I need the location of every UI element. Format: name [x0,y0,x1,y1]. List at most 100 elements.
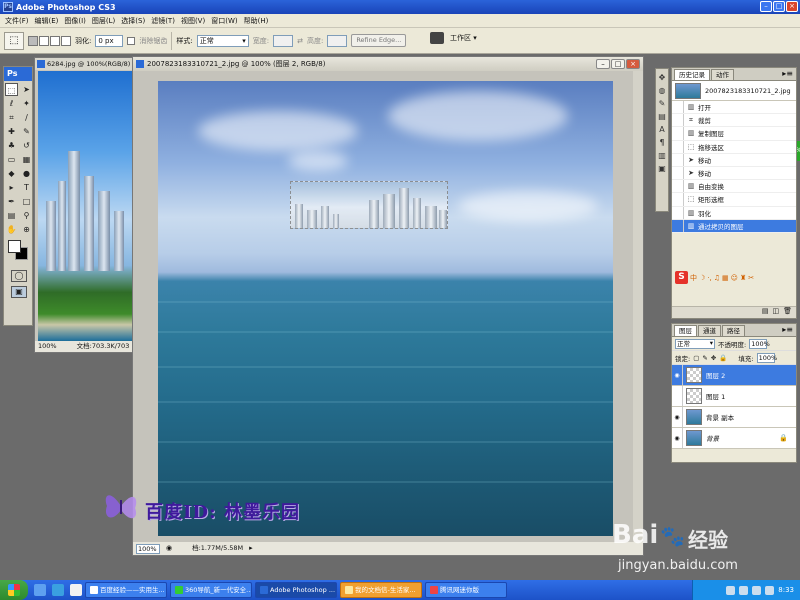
start-button[interactable] [0,580,28,600]
brushes-icon[interactable]: ✎ [659,99,666,108]
history-step[interactable]: ▥ 复制图层 [672,127,796,141]
document-canvas[interactable] [158,81,613,536]
magic-wand-tool-icon[interactable]: ✦ [20,97,33,110]
marquee-preset-icon[interactable]: ⬚ [4,31,24,50]
history-step[interactable]: ▥ 自由变换 [672,180,796,194]
zoom-level[interactable]: 100% [136,543,160,554]
tray-icon[interactable] [739,585,749,595]
lock-position-icon[interactable]: ✥ [711,354,716,362]
dodge-tool-icon[interactable]: ● [20,167,33,180]
document-title[interactable]: 2007823183310721_2.jpg @ 100% (图层 2, RGB… [133,57,643,71]
trash-icon[interactable]: 🗑 [783,307,792,318]
doc-close-button[interactable]: × [626,59,640,69]
menu-filter[interactable]: 滤镜(T) [148,16,178,26]
clone-source-icon[interactable]: ▣ [658,164,666,173]
lock-transparent-icon[interactable]: ▢ [693,354,699,362]
screen-mode-icon[interactable]: ▣ [11,286,27,298]
slice-tool-icon[interactable]: ∕ [20,111,33,124]
paragraph-icon[interactable]: ¶ [659,138,664,147]
shape-tool-icon[interactable]: □ [20,195,33,208]
visibility-eye-icon[interactable]: ◉ [672,365,683,385]
tab-actions[interactable]: 动作 [711,69,734,80]
document-window-6284[interactable]: 6284.jpg @ 100%(RGB/8) 100% 文档:703.3K/70… [34,57,134,353]
tab-paths[interactable]: 路径 [722,325,745,336]
history-brush-tool-icon[interactable]: ↺ [20,139,33,152]
history-step[interactable]: ▥ 羽化 [672,206,796,220]
history-step[interactable]: ⌗ 裁剪 [672,114,796,128]
history-step[interactable]: ⬚ 矩形选框 [672,193,796,207]
ime-moon-icon[interactable]: ☽ [699,274,705,282]
blur-tool-icon[interactable]: ◆ [5,167,18,180]
doc-maximize-button[interactable]: □ [611,59,625,69]
lock-all-icon[interactable]: 🔒 [719,354,727,362]
status-menu-icon[interactable]: ◉ [166,542,172,555]
tray-icon[interactable] [765,585,775,595]
eraser-tool-icon[interactable]: ▭ [5,153,18,166]
blend-mode-select[interactable]: 正常 [675,338,715,349]
new-snapshot-icon[interactable]: ◫ [772,307,779,318]
menu-image[interactable]: 图像(I) [61,16,89,26]
tab-history[interactable]: 历史记录 [674,69,710,80]
color-swatches[interactable] [6,240,32,266]
opacity-input[interactable]: 100% [749,338,770,349]
new-document-icon[interactable]: ▤ [762,307,769,318]
layer-row[interactable]: ◉ 背景 🔒 [672,428,796,449]
ime-chinese-icon[interactable]: 中 [690,273,697,283]
history-snapshot[interactable]: 2007823183310721_2.jpg [672,81,796,101]
type-tool-icon[interactable]: T [20,181,33,194]
gradient-tool-icon[interactable]: ▦ [20,153,33,166]
taskbar-item-360[interactable]: 360导航_新一代安全... [170,582,252,598]
menu-select[interactable]: 选择(S) [118,16,148,26]
quicklaunch-desktop-icon[interactable] [70,584,82,596]
history-step[interactable]: ▥ 打开 [672,101,796,115]
panel-menu-icon[interactable]: ▸≡ [782,69,793,78]
menu-file[interactable]: 文件(F) [2,16,32,26]
taskbar-item-baidu[interactable]: 百度经验——实用生... [85,582,167,598]
navigator-icon[interactable]: ✥ [659,73,666,82]
subtract-selection-mode[interactable] [50,35,60,46]
refine-edge-button[interactable]: Refine Edge... [351,34,407,47]
status-arrow-icon[interactable]: ▸ [249,542,253,555]
tray-icon[interactable] [752,585,762,595]
zoom-level[interactable]: 100% [38,342,57,350]
brush-tool-icon[interactable]: ✎ [20,125,33,138]
new-selection-mode[interactable] [28,35,38,46]
layer-row-active[interactable]: ◉ 图层 2 [672,365,796,386]
feather-input[interactable]: 0 px [95,34,124,47]
ime-punct-icon[interactable]: ·, [707,274,711,282]
close-button[interactable]: × [786,1,798,12]
taskbar-item-documents[interactable]: 我的文档信-生活家... [340,582,422,598]
sogou-logo-icon[interactable]: S [675,271,688,284]
ime-toolbar[interactable]: S 中 ☽ ·, ♫ ▦ ☺ ♜ ✂ [675,271,754,284]
ime-tool-icon[interactable]: ✂ [748,274,754,282]
ime-shirt-icon[interactable]: ♜ [740,274,746,282]
foreground-color-swatch[interactable] [8,240,21,253]
history-step[interactable]: ➤ 移动 [672,153,796,167]
hand-tool-icon[interactable]: ✋ [5,223,18,236]
taskbar-item-photoshop[interactable]: Adobe Photoshop ... [255,582,337,598]
quicklaunch-app-icon[interactable] [52,584,64,596]
zoom-tool-icon[interactable]: ⊕ [20,223,33,236]
lasso-tool-icon[interactable]: ℓ [5,97,18,110]
style-select[interactable]: 正常 [196,34,249,47]
tool-presets-icon[interactable]: ▤ [658,112,666,121]
tray-icon[interactable] [726,585,736,595]
quicklaunch-ie-icon[interactable] [34,584,46,596]
character-icon[interactable]: A [659,125,664,134]
maximize-button[interactable]: □ [773,1,785,12]
move-tool-icon[interactable]: ➤ [20,83,33,96]
minimize-button[interactable]: – [760,1,772,12]
layer-comps-icon[interactable]: ▥ [658,151,666,160]
workspace-button[interactable]: 工作区 ▾ [450,33,477,43]
visibility-eye-icon[interactable]: ◉ [672,428,683,448]
add-selection-mode[interactable] [39,35,49,46]
quick-mask-icon[interactable]: ◯ [11,270,27,282]
marquee-tool-icon[interactable]: ⬚ [5,83,18,96]
ime-mic-icon[interactable]: ♫ [714,274,720,282]
document-window-main[interactable]: 2007823183310721_2.jpg @ 100% (图层 2, RGB… [132,56,644,556]
panel-menu-icon[interactable]: ▸≡ [782,325,793,334]
visibility-empty-icon[interactable] [672,386,683,406]
menu-edit[interactable]: 编辑(E) [32,16,62,26]
taskbar-item-qq-news[interactable]: 腾讯网迷你版 [425,582,507,598]
pen-tool-icon[interactable]: ✒ [5,195,18,208]
